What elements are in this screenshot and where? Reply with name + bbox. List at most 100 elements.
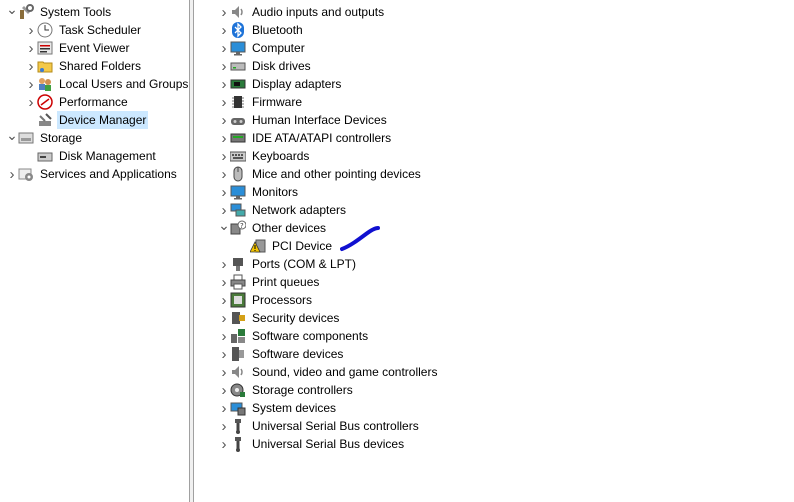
chevron-right-icon[interactable]: › (218, 381, 230, 399)
annotation-pen-stroke (340, 226, 380, 251)
chevron-right-icon[interactable]: › (218, 255, 230, 273)
device-category-human-interface-devices[interactable]: › Human Interface Devices (218, 111, 389, 129)
console-tree-item-task-scheduler[interactable]: › Task Scheduler (25, 21, 143, 39)
chevron-right-icon[interactable]: › (218, 345, 230, 363)
console-tree-item-services-and-applications[interactable]: › Services and Applications (6, 165, 179, 183)
device-category-sound-video-and-game-controllers[interactable]: › Sound, video and game controllers (218, 363, 439, 381)
device-category-pci-device[interactable]: PCI Device (238, 237, 334, 255)
tree-item-label: Audio inputs and outputs (252, 5, 385, 19)
console-tree-item-disk-management[interactable]: Disk Management (25, 147, 158, 165)
chevron-right-icon[interactable]: › (218, 111, 230, 129)
device-category-ide-ata-atapi-controllers[interactable]: › IDE ATA/ATAPI controllers (218, 129, 393, 147)
chevron-right-icon[interactable]: › (218, 3, 230, 21)
device-category-computer[interactable]: › Computer (218, 39, 307, 57)
device-category-network-adapters[interactable]: › Network adapters (218, 201, 348, 219)
chevron-right-icon[interactable]: › (218, 183, 230, 201)
console-tree-item-storage[interactable]: ⌄ Storage (6, 126, 84, 150)
chevron-right-icon[interactable]: › (25, 39, 37, 57)
clock-icon (37, 22, 53, 38)
device-category-firmware[interactable]: › Firmware (218, 93, 304, 111)
monitor-icon (230, 40, 246, 56)
device-category-security-devices[interactable]: › Security devices (218, 309, 341, 327)
chevron-right-icon[interactable]: › (218, 273, 230, 291)
chevron-down-icon[interactable]: ⌄ (218, 216, 230, 240)
console-tree-item-shared-folders[interactable]: › Shared Folders (25, 57, 143, 75)
chevron-right-icon[interactable]: › (218, 165, 230, 183)
device-category-audio-inputs-and-outputs[interactable]: › Audio inputs and outputs (218, 3, 386, 21)
event-viewer-icon (37, 40, 53, 56)
tree-item-label: Services and Applications (40, 167, 177, 181)
device-category-system-devices[interactable]: › System devices (218, 399, 338, 417)
device-category-other-devices[interactable]: ⌄? Other devices (218, 216, 328, 240)
disk-drive-icon (230, 58, 246, 74)
chevron-right-icon[interactable]: › (218, 75, 230, 93)
tree-item-label: Universal Serial Bus devices (252, 437, 405, 451)
device-category-universal-serial-bus-controllers[interactable]: › Universal Serial Bus controllers (218, 417, 421, 435)
device-category-display-adapters[interactable]: › Display adapters (218, 75, 343, 93)
chevron-right-icon[interactable]: › (218, 129, 230, 147)
chevron-right-icon[interactable]: › (218, 291, 230, 309)
console-tree-item-performance[interactable]: › Performance (25, 93, 130, 111)
chevron-right-icon[interactable]: › (218, 327, 230, 345)
device-category-monitors[interactable]: › Monitors (218, 183, 300, 201)
port-icon (230, 256, 246, 272)
services-icon (18, 166, 34, 182)
chevron-down-icon[interactable]: ⌄ (6, 126, 18, 150)
chevron-right-icon[interactable]: › (218, 39, 230, 57)
console-tree-item-event-viewer[interactable]: › Event Viewer (25, 39, 131, 57)
device-category-universal-serial-bus-devices[interactable]: › Universal Serial Bus devices (218, 435, 406, 453)
chevron-right-icon[interactable]: › (218, 417, 230, 435)
device-category-processors[interactable]: › Processors (218, 291, 314, 309)
tree-item-label: Other devices (252, 221, 327, 235)
chevron-right-icon[interactable]: › (218, 21, 230, 39)
device-category-ports-com-lpt-[interactable]: › Ports (COM & LPT) (218, 255, 358, 273)
device-category-print-queues[interactable]: › Print queues (218, 273, 321, 291)
chevron-down-icon[interactable]: ⌄ (6, 0, 18, 24)
tree-item-label: Sound, video and game controllers (252, 365, 438, 379)
device-category-storage-controllers[interactable]: › Storage controllers (218, 381, 355, 399)
performance-icon (37, 94, 53, 110)
tree-item-label: IDE ATA/ATAPI controllers (252, 131, 392, 145)
processor-icon (230, 292, 246, 308)
bluetooth-icon (230, 22, 246, 38)
storage-controller-icon (230, 382, 246, 398)
tree-item-label: Local Users and Groups (59, 77, 189, 91)
chevron-right-icon[interactable]: › (218, 93, 230, 111)
unknown-device-icon: ? (230, 220, 247, 236)
device-category-bluetooth[interactable]: › Bluetooth (218, 21, 305, 39)
tree-item-label: Storage (40, 131, 83, 145)
console-tree[interactable]: ⌄ System Tools › Task Scheduler › Event Viewe… (0, 0, 189, 502)
chevron-right-icon[interactable]: › (25, 75, 37, 93)
no-expander (25, 147, 37, 165)
chevron-right-icon[interactable]: › (218, 147, 230, 165)
tree-item-label: Disk drives (252, 59, 311, 73)
no-expander (238, 237, 250, 255)
tree-item-label: Universal Serial Bus controllers (252, 419, 419, 433)
speaker-icon (230, 4, 246, 20)
device-category-mice-and-other-pointing-devices[interactable]: › Mice and other pointing devices (218, 165, 423, 183)
chevron-right-icon[interactable]: › (25, 93, 37, 111)
tree-item-label: Monitors (252, 185, 299, 199)
chevron-right-icon[interactable]: › (218, 57, 230, 75)
chevron-right-icon[interactable]: › (25, 57, 37, 75)
ide-controller-icon (230, 130, 246, 146)
chevron-right-icon[interactable]: › (218, 309, 230, 327)
usb-icon (230, 436, 246, 452)
tree-item-label: Shared Folders (59, 59, 142, 73)
chevron-right-icon[interactable]: › (218, 399, 230, 417)
device-category-disk-drives[interactable]: › Disk drives (218, 57, 313, 75)
chip-icon (230, 94, 246, 110)
device-tree[interactable]: › Audio inputs and outputs › Bluetooth › Comp… (194, 0, 794, 502)
console-tree-item-local-users-and-groups[interactable]: › Local Users and Groups (25, 75, 190, 93)
tree-item-label: Display adapters (252, 77, 342, 91)
console-tree-item-system-tools[interactable]: ⌄ System Tools (6, 0, 113, 24)
chevron-right-icon[interactable]: › (25, 21, 37, 39)
tree-item-label: Device Manager (57, 111, 149, 129)
chevron-right-icon[interactable]: › (218, 435, 230, 453)
device-category-software-devices[interactable]: › Software devices (218, 345, 345, 363)
chevron-right-icon[interactable]: › (218, 363, 230, 381)
chevron-right-icon[interactable]: › (6, 165, 18, 183)
device-category-keyboards[interactable]: › Keyboards (218, 147, 311, 165)
device-category-software-components[interactable]: › Software components (218, 327, 370, 345)
console-tree-item-device-manager[interactable]: Device Manager (25, 111, 149, 129)
